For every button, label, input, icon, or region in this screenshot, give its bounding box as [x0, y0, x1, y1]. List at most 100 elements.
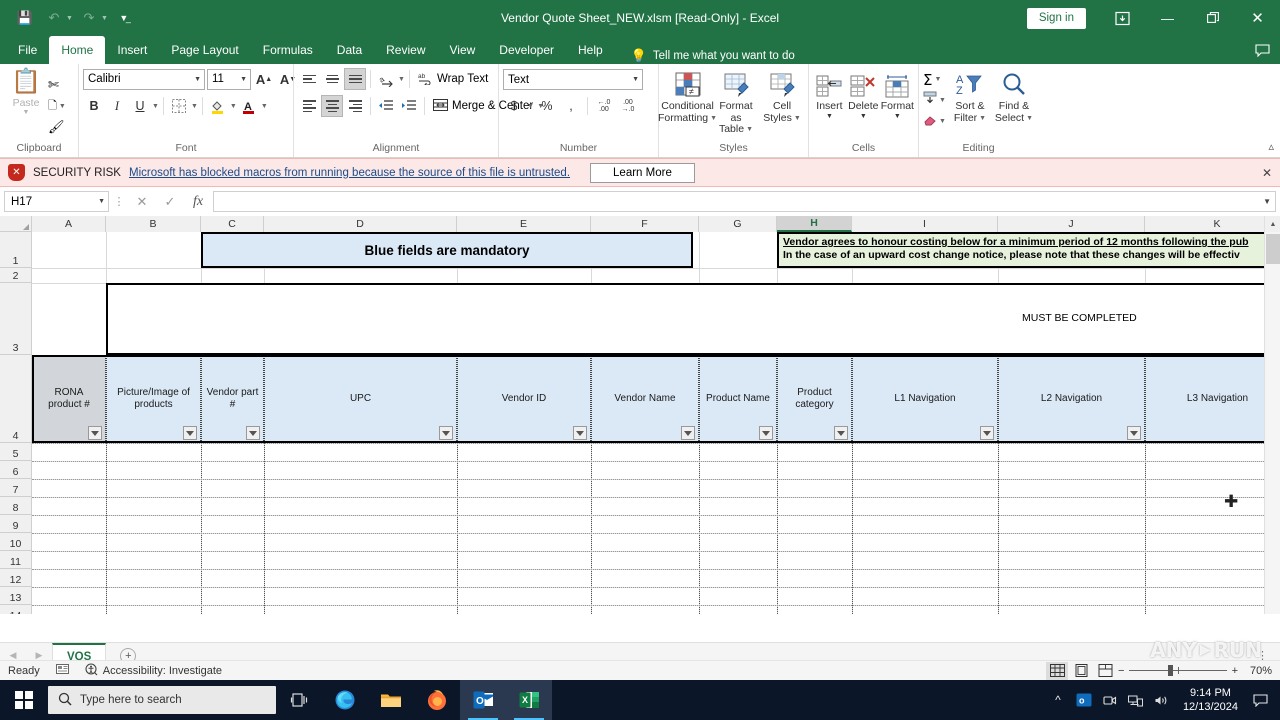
table-header-l1-navigation[interactable]: L1 Navigation: [852, 355, 998, 443]
paste-button[interactable]: 📋 Paste ▼: [4, 67, 48, 142]
redo-icon[interactable]: ↷: [76, 6, 102, 30]
borders-icon[interactable]: [168, 95, 190, 117]
table-header-l2-navigation[interactable]: L2 Navigation: [998, 355, 1145, 443]
tab-home[interactable]: Home: [49, 36, 106, 64]
comma-style-button[interactable]: ,: [560, 95, 582, 117]
copy-caret-icon[interactable]: ▼: [59, 103, 66, 110]
table-header-upc[interactable]: UPC: [264, 355, 457, 443]
windows-start-icon[interactable]: [0, 680, 48, 720]
filter-dropdown-icon[interactable]: [183, 426, 197, 440]
delete-cells-button[interactable]: Delete ▼: [847, 67, 880, 121]
filter-dropdown-icon[interactable]: [246, 426, 260, 440]
find-select-button[interactable]: Find & Select ▼: [994, 67, 1034, 124]
undo-caret-icon[interactable]: ▼: [66, 15, 73, 22]
tab-file[interactable]: File: [6, 36, 49, 64]
insert-caret-icon[interactable]: ▼: [826, 113, 833, 121]
column-header-I[interactable]: I: [852, 216, 998, 232]
table-header-product-category[interactable]: Product category: [777, 355, 852, 443]
column-header-H[interactable]: H: [777, 216, 852, 232]
decrease-decimal-icon[interactable]: .00 →.0: [617, 95, 639, 117]
filter-dropdown-icon[interactable]: [980, 426, 994, 440]
copy-button[interactable]: 🗋 ▼: [48, 96, 66, 116]
column-header-F[interactable]: F: [591, 216, 699, 232]
autosum-caret-icon[interactable]: ▼: [935, 76, 942, 83]
insert-cells-button[interactable]: Insert ▼: [813, 67, 846, 121]
orientation-caret-icon[interactable]: ▼: [398, 76, 405, 83]
wrap-text-button[interactable]: ab Wrap Text: [414, 71, 488, 88]
cell-styles-button[interactable]: Cell Styles ▼: [760, 67, 804, 124]
tab-view[interactable]: View: [438, 36, 488, 64]
column-header-G[interactable]: G: [699, 216, 777, 232]
filter-dropdown-icon[interactable]: [573, 426, 587, 440]
align-left-icon[interactable]: [298, 95, 320, 117]
camera-tray-icon[interactable]: [1097, 680, 1123, 720]
row-header-8[interactable]: 8: [0, 497, 32, 515]
tab-developer[interactable]: Developer: [487, 36, 566, 64]
increase-decimal-icon[interactable]: ←.0.00: [593, 95, 615, 117]
zoom-slider-track[interactable]: [1129, 665, 1227, 676]
row-header-10[interactable]: 10: [0, 533, 32, 551]
customize-quick-access-icon[interactable]: ▼̲: [111, 6, 137, 30]
accessibility-button[interactable]: Accessibility: Investigate: [77, 662, 230, 679]
conditional-formatting-button[interactable]: ≠ Conditional Formatting ▼: [658, 67, 717, 124]
orientation-icon[interactable]: a: [375, 68, 397, 90]
fill-caret-icon[interactable]: ▼: [939, 97, 946, 104]
column-header-K[interactable]: K: [1145, 216, 1280, 232]
clear-button[interactable]: ▼: [923, 111, 946, 132]
filter-dropdown-icon[interactable]: [681, 426, 695, 440]
excel-icon[interactable]: X: [506, 680, 552, 720]
delete-caret-icon[interactable]: ▼: [860, 113, 867, 121]
firefox-icon[interactable]: [414, 680, 460, 720]
fill-button[interactable]: ▼: [923, 90, 946, 111]
number-format-caret-icon[interactable]: ▼: [632, 76, 639, 83]
cancel-icon[interactable]: ✕: [129, 194, 155, 210]
tab-insert[interactable]: Insert: [105, 36, 159, 64]
filter-dropdown-icon[interactable]: [1127, 426, 1141, 440]
cell-styles-caret-icon[interactable]: ▼: [794, 113, 801, 125]
record-macro-button[interactable]: [48, 663, 77, 678]
number-format-select[interactable]: Text ▼: [503, 69, 643, 90]
tell-me-box[interactable]: 💡 Tell me what you want to do: [631, 48, 795, 64]
align-center-icon[interactable]: [321, 95, 343, 117]
format-painter-button[interactable]: 🖌: [48, 117, 66, 137]
notifications-icon[interactable]: [1246, 680, 1274, 720]
mandatory-banner-cell[interactable]: Blue fields are mandatory: [201, 232, 693, 268]
fill-color-caret-icon[interactable]: ▼: [230, 103, 237, 110]
name-box[interactable]: H17 ▼: [4, 191, 109, 212]
filter-dropdown-icon[interactable]: [88, 426, 102, 440]
zoom-in-button[interactable]: +: [1232, 665, 1238, 677]
table-header-l3-navigation[interactable]: L3 Navigation: [1145, 355, 1280, 443]
column-header-C[interactable]: C: [201, 216, 264, 232]
italic-button[interactable]: I: [106, 95, 128, 117]
tab-help[interactable]: Help: [566, 36, 615, 64]
task-view-icon[interactable]: [276, 680, 322, 720]
column-header-B[interactable]: B: [106, 216, 201, 232]
page-layout-view-icon[interactable]: [1070, 662, 1092, 680]
zoom-level-label[interactable]: 70%: [1240, 665, 1272, 677]
row-header-9[interactable]: 9: [0, 515, 32, 533]
table-header-vendor-id[interactable]: Vendor ID: [457, 355, 591, 443]
underline-button[interactable]: U: [129, 95, 151, 117]
vendor-notice-cell[interactable]: Vendor agrees to honour costing below fo…: [777, 232, 1280, 268]
volume-icon[interactable]: [1149, 680, 1175, 720]
table-header-vendor-part[interactable]: Vendor part #: [201, 355, 264, 443]
formula-input[interactable]: ▼: [213, 191, 1276, 212]
underline-caret-icon[interactable]: ▼: [152, 103, 159, 110]
percent-button[interactable]: %: [536, 95, 558, 117]
tab-data[interactable]: Data: [325, 36, 374, 64]
sign-in-button[interactable]: Sign in: [1026, 7, 1086, 29]
increase-indent-icon[interactable]: [398, 95, 420, 117]
align-right-icon[interactable]: [344, 95, 366, 117]
comments-icon[interactable]: [1255, 44, 1270, 60]
paste-caret-icon[interactable]: ▼: [23, 109, 30, 117]
font-color-icon[interactable]: A: [238, 95, 260, 117]
row-header-1[interactable]: 1: [0, 232, 32, 268]
table-header-picture-image-of-products[interactable]: Picture/Image of products: [106, 355, 201, 443]
currency-caret-icon[interactable]: ▼: [527, 103, 534, 110]
clear-caret-icon[interactable]: ▼: [939, 118, 946, 125]
close-icon[interactable]: ✕: [1235, 0, 1280, 36]
borders-caret-icon[interactable]: ▼: [191, 103, 198, 110]
font-name-input[interactable]: Calibri ▼: [83, 68, 205, 90]
font-size-caret-icon[interactable]: ▼: [240, 76, 247, 83]
column-header-A[interactable]: A: [32, 216, 106, 232]
